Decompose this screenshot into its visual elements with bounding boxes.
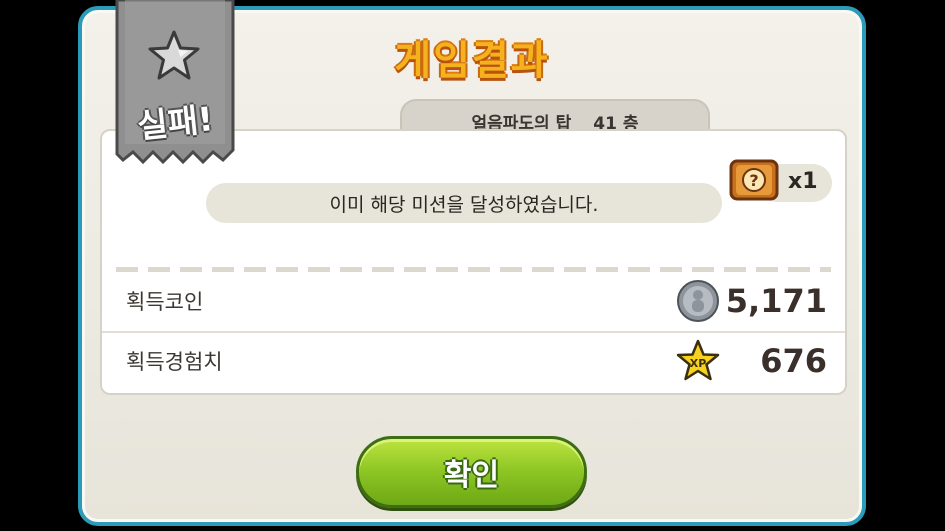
mission-message: 이미 해당 미션을 달성하였습니다.	[206, 183, 722, 223]
coin-icon	[677, 280, 719, 322]
xp-label: 획득경험치	[126, 350, 223, 374]
svg-text:XP: XP	[690, 357, 707, 370]
fail-badge: 실패!	[113, 0, 237, 166]
mystery-box-icon: ?	[729, 159, 779, 201]
xp-value: 676	[760, 342, 827, 380]
reward-item: ? x1	[728, 157, 832, 203]
coin-row: 획득코인 5,171	[102, 271, 845, 333]
reward-count: x1	[788, 169, 818, 194]
star-icon	[148, 30, 200, 80]
coin-label: 획득코인	[126, 290, 204, 314]
xp-star-icon: XP	[676, 339, 720, 381]
confirm-button[interactable]: 확인	[356, 436, 587, 508]
xp-row: 획득경험치 XP 676	[102, 331, 845, 391]
coin-value: 5,171	[725, 282, 827, 320]
svg-text:?: ?	[749, 171, 758, 190]
result-panel: 이미 해당 미션을 달성하였습니다. ? x1 획득코인 5,171 획득경험치…	[100, 129, 847, 395]
